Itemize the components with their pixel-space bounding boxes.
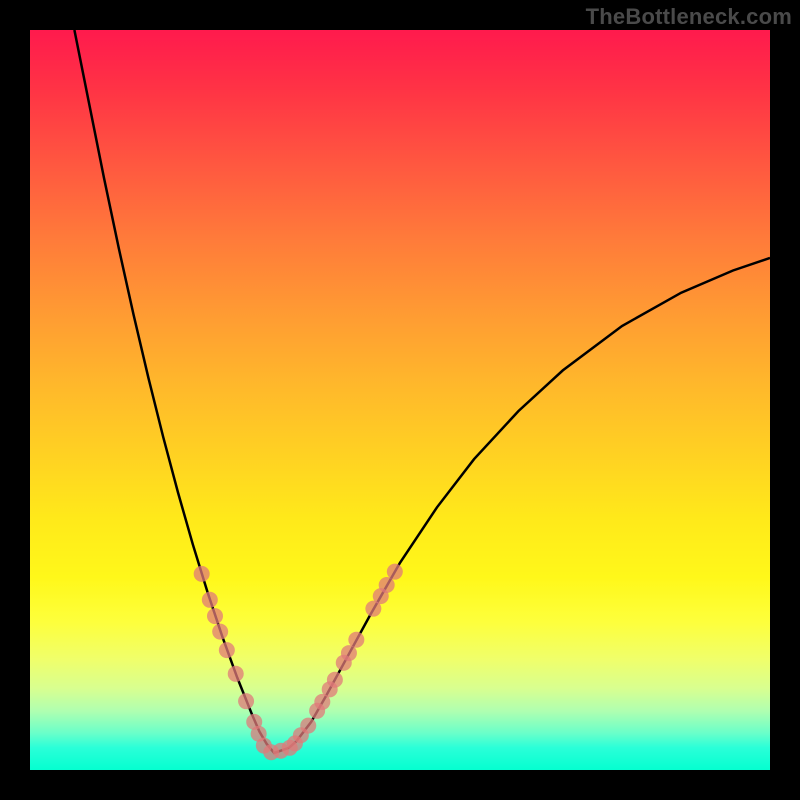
marker-dot: [212, 624, 228, 640]
marker-dot: [202, 592, 218, 608]
marker-dot: [348, 632, 364, 648]
marker-dot: [300, 718, 316, 734]
marker-dots: [194, 564, 403, 761]
marker-dot: [194, 566, 210, 582]
bottleneck-curve: [74, 30, 770, 753]
marker-dot: [228, 666, 244, 682]
marker-dot: [238, 693, 254, 709]
chart-svg: [30, 30, 770, 770]
marker-dot: [379, 577, 395, 593]
outer-frame: TheBottleneck.com: [0, 0, 800, 800]
plot-area: [30, 30, 770, 770]
marker-dot: [387, 564, 403, 580]
curve-lines: [74, 30, 770, 753]
marker-dot: [219, 642, 235, 658]
marker-dot: [207, 608, 223, 624]
watermark-text: TheBottleneck.com: [586, 4, 792, 30]
marker-dot: [327, 672, 343, 688]
